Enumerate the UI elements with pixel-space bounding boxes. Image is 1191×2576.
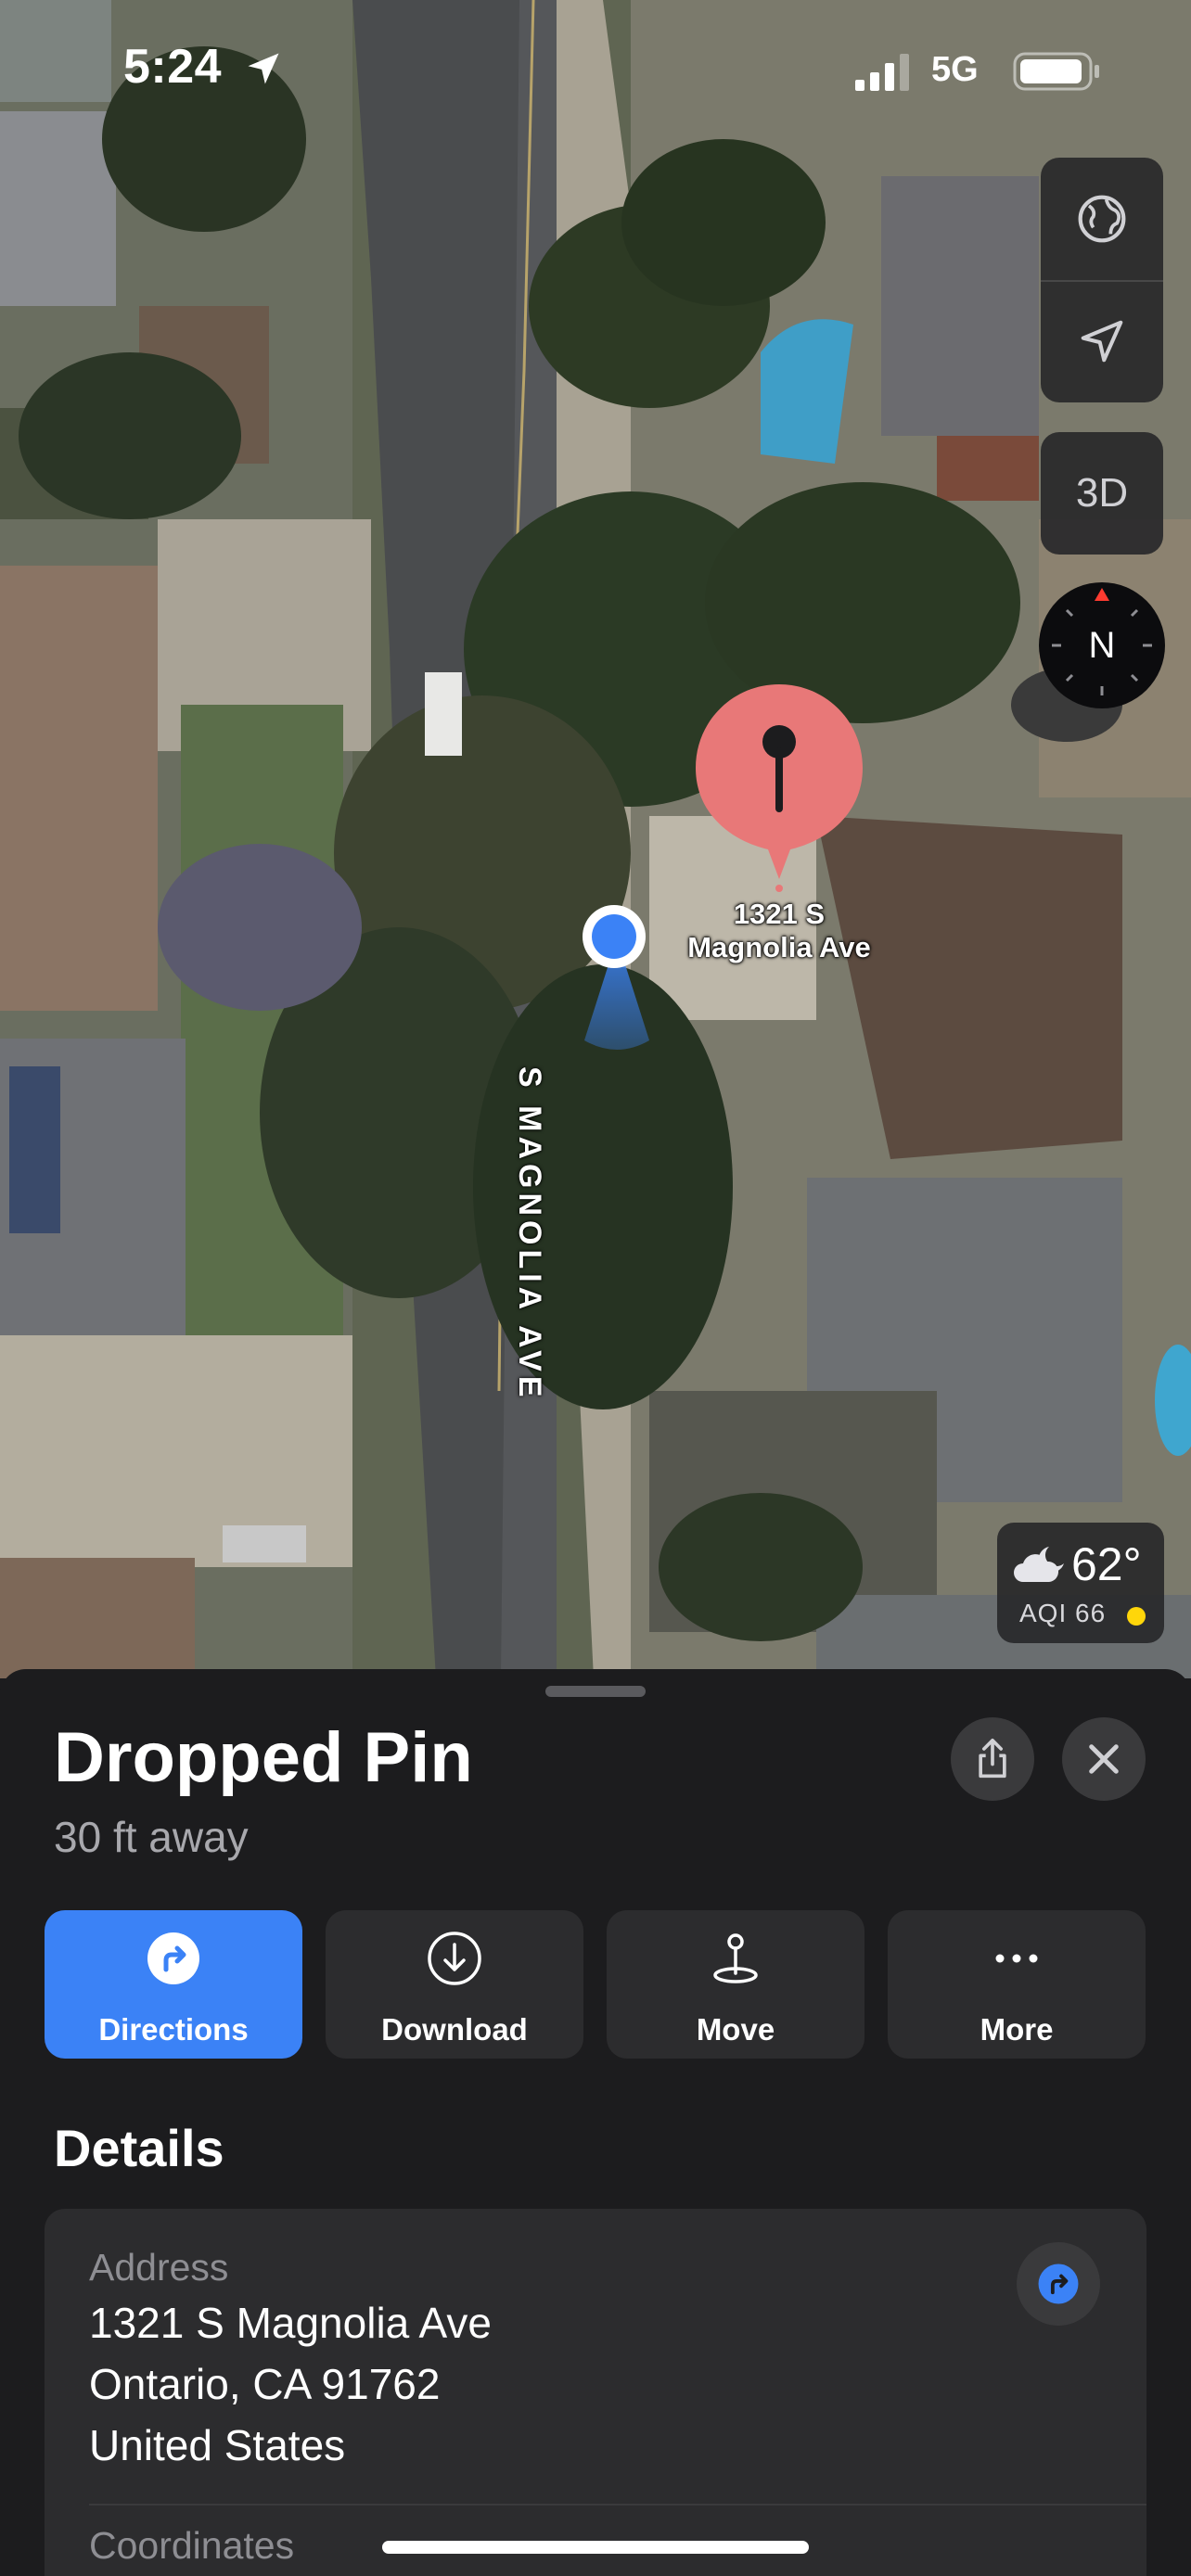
directions-button[interactable]: Directions bbox=[45, 1910, 302, 2059]
download-icon bbox=[428, 1932, 481, 1985]
cloud-moon-icon bbox=[1014, 1547, 1064, 1582]
map-controls bbox=[1041, 158, 1163, 402]
dropped-pin-marker[interactable] bbox=[694, 682, 864, 892]
move-pin-icon bbox=[713, 1933, 758, 1983]
directions-icon bbox=[147, 1932, 199, 1984]
pin-label-line1: 1321 S bbox=[733, 898, 826, 930]
user-location-marker bbox=[583, 905, 649, 1050]
move-button[interactable]: Move bbox=[607, 1910, 864, 2059]
directions-icon bbox=[1038, 2264, 1079, 2304]
details-heading: Details bbox=[54, 2119, 224, 2177]
status-time: 5:24 bbox=[123, 40, 223, 94]
location-arrow-icon bbox=[248, 53, 279, 84]
weather-temperature: 62° bbox=[1071, 1538, 1142, 1590]
more-button[interactable]: More bbox=[888, 1910, 1146, 2059]
network-type: 5G bbox=[931, 50, 979, 89]
three-d-button[interactable]: 3D bbox=[1041, 432, 1163, 555]
place-title: Dropped Pin bbox=[54, 1718, 473, 1797]
address-line1[interactable]: 1321 S Magnolia Ave bbox=[89, 2298, 492, 2348]
close-button[interactable] bbox=[1062, 1717, 1146, 1801]
satellite-imagery bbox=[0, 0, 1191, 1678]
status-bar: 5:24 5G bbox=[0, 0, 1191, 139]
address-line2[interactable]: Ontario, CA 91762 bbox=[89, 2359, 440, 2409]
address-line3[interactable]: United States bbox=[89, 2420, 345, 2470]
sheet-grabber[interactable] bbox=[545, 1686, 646, 1697]
globe-icon bbox=[1078, 195, 1126, 243]
battery-icon bbox=[1013, 52, 1099, 91]
weather-aqi: AQI 66 bbox=[1019, 1599, 1107, 1627]
map-view[interactable]: 5:24 5G 3D N 1321 S Magnolia Ave S MAGNO… bbox=[0, 0, 1191, 1678]
address-directions-button[interactable] bbox=[1017, 2242, 1100, 2326]
coordinates-label: Coordinates bbox=[89, 2524, 295, 2567]
pin-label-line2: Magnolia Ave bbox=[687, 931, 871, 963]
share-icon bbox=[979, 1739, 1006, 1779]
action-row: Directions Download Move More bbox=[45, 1910, 1146, 2059]
signal-bars-icon bbox=[855, 54, 909, 91]
more-label: More bbox=[980, 2012, 1054, 2047]
close-icon bbox=[1089, 1744, 1119, 1774]
weather-widget[interactable]: 62° AQI 66 bbox=[997, 1523, 1164, 1643]
aqi-indicator bbox=[1127, 1607, 1146, 1626]
compass[interactable]: N bbox=[1039, 582, 1165, 708]
directions-label: Directions bbox=[98, 2012, 249, 2047]
address-label: Address bbox=[89, 2246, 229, 2289]
pin-label: 1321 S Magnolia Ave bbox=[649, 898, 909, 964]
compass-ticks bbox=[1052, 588, 1152, 695]
move-label: Move bbox=[696, 2012, 775, 2047]
map-mode-button[interactable] bbox=[1041, 158, 1163, 280]
location-arrow-icon bbox=[1081, 320, 1123, 363]
place-distance: 30 ft away bbox=[54, 1813, 249, 1861]
home-indicator[interactable] bbox=[382, 2541, 809, 2554]
download-label: Download bbox=[381, 2012, 528, 2047]
tracking-button[interactable] bbox=[1041, 280, 1163, 402]
street-label: S MAGNOLIA AVE bbox=[512, 1066, 547, 1402]
place-sheet: Dropped Pin 30 ft away Directions Downlo… bbox=[0, 1669, 1191, 2576]
ellipsis-icon bbox=[995, 1954, 1038, 1963]
details-card: Address 1321 S Magnolia Ave Ontario, CA … bbox=[45, 2209, 1146, 2576]
share-button[interactable] bbox=[951, 1717, 1034, 1801]
download-button[interactable]: Download bbox=[326, 1910, 583, 2059]
card-divider bbox=[89, 2504, 1146, 2506]
